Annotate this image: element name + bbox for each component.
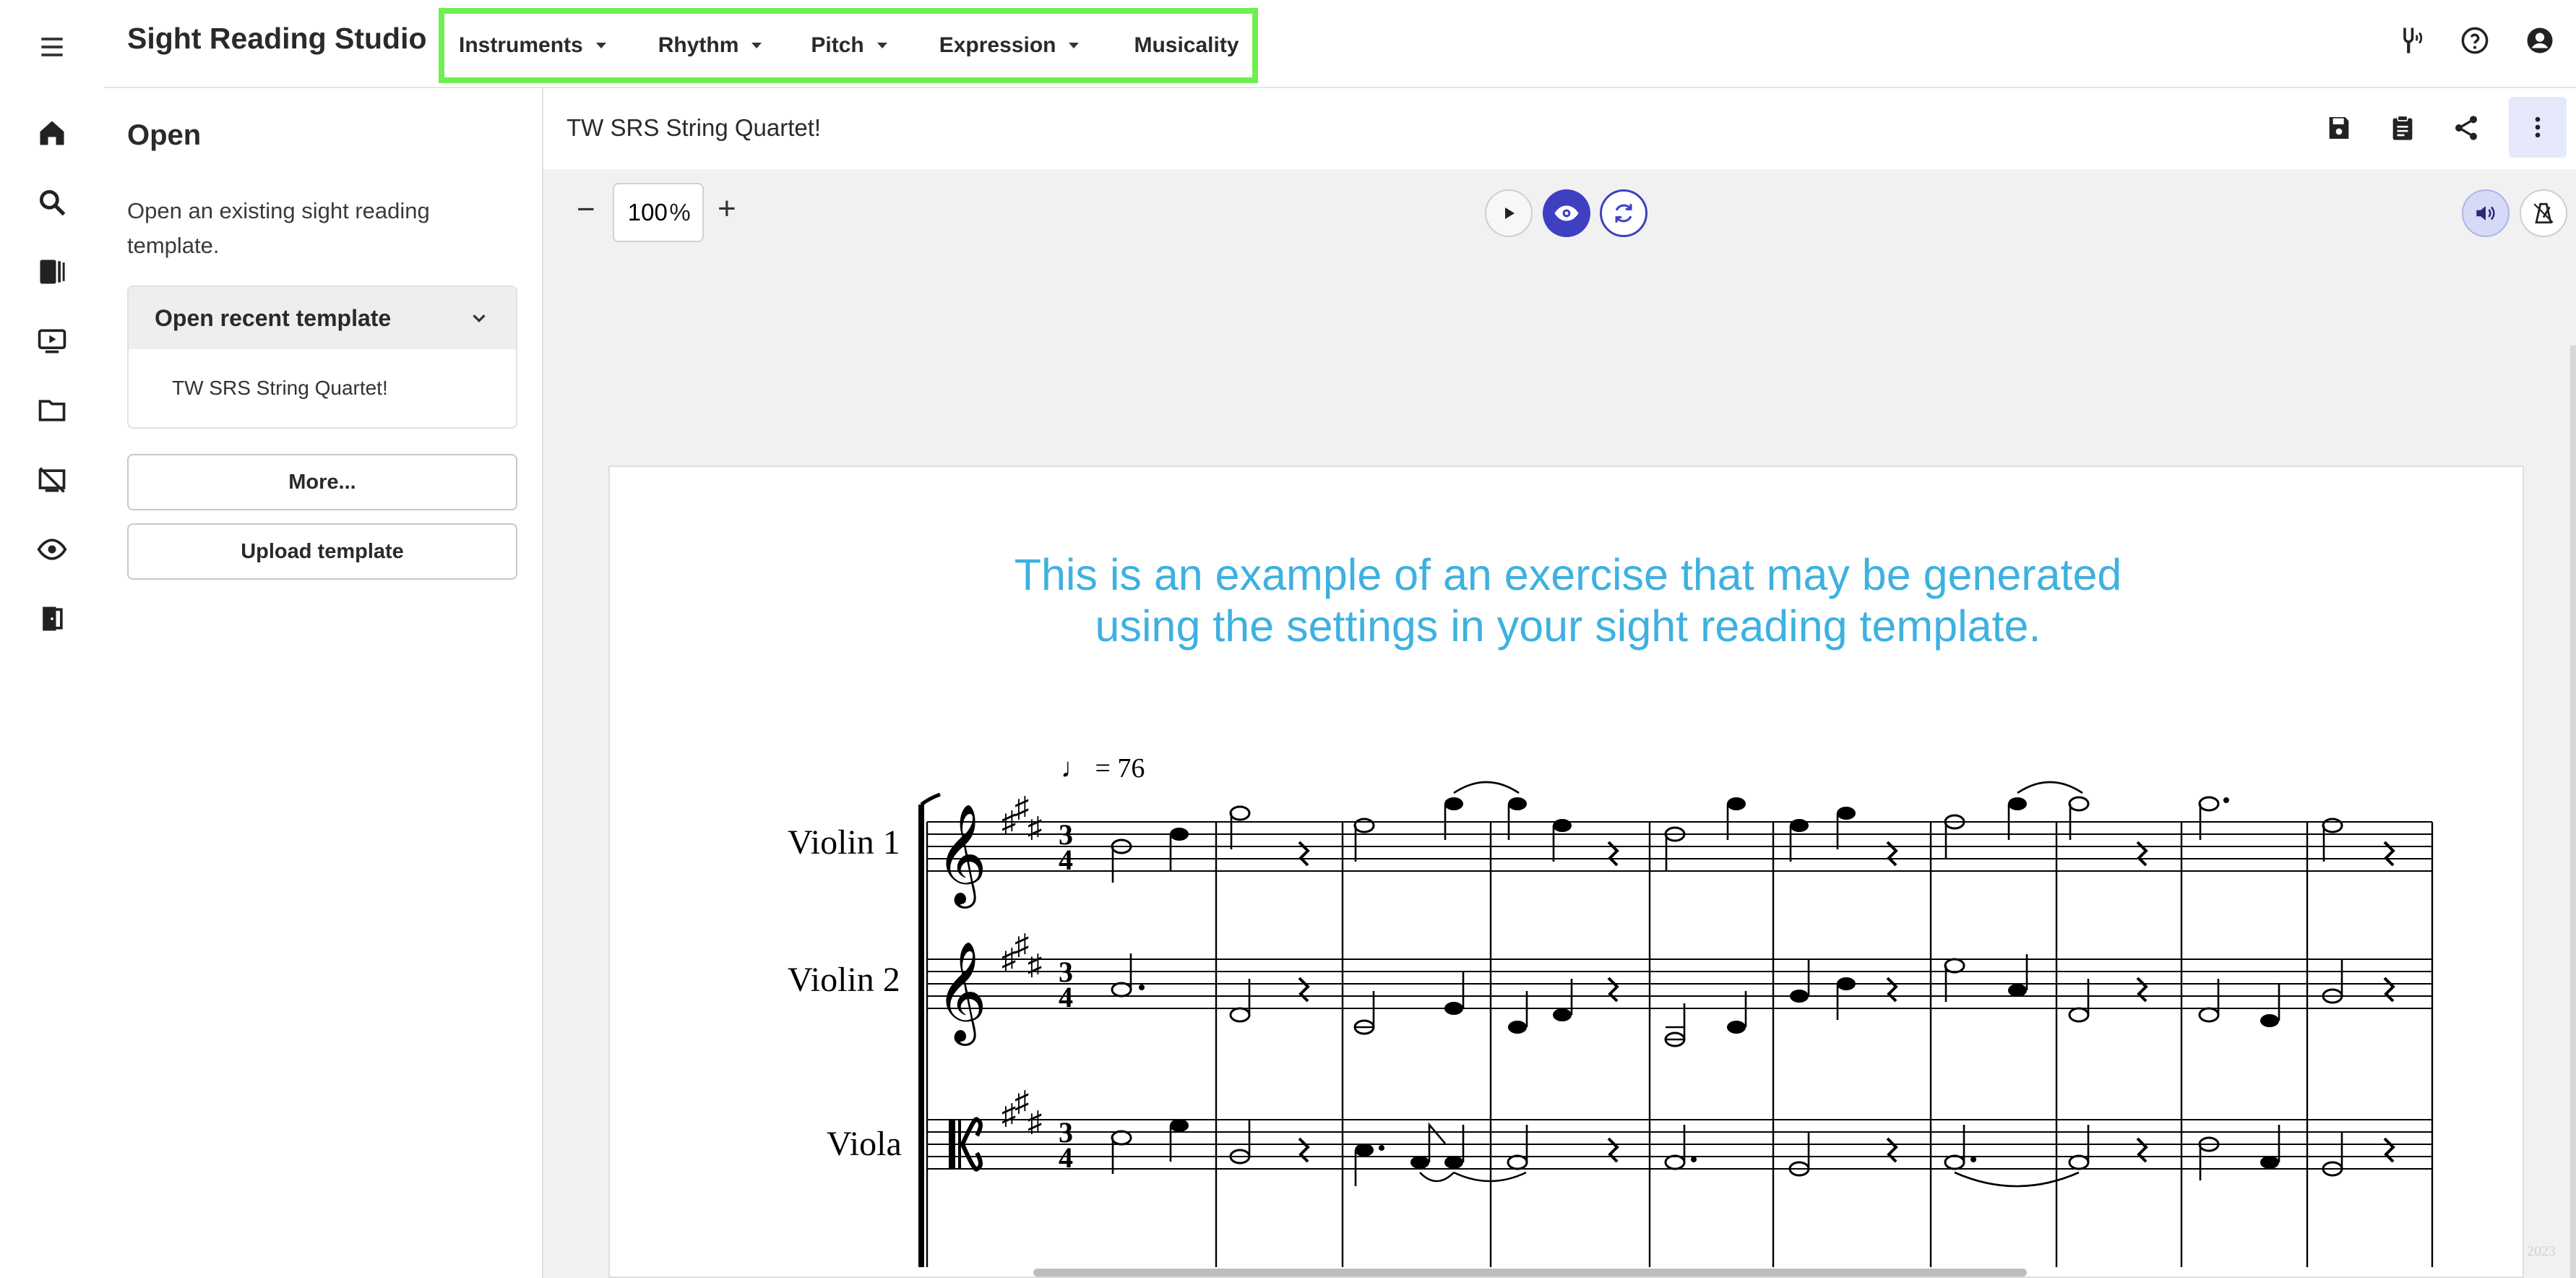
key-signature: ♯♯♯ ♯♯♯ ♯♯♯	[1001, 791, 1042, 1138]
instrument-label-viola: Viola	[827, 1125, 902, 1163]
violin-2-notes	[1111, 953, 2395, 1047]
svg-text:4: 4	[1059, 844, 1073, 876]
music-notation: ♩ = 76 Violin 1 Violin 2 Viola 𝄞 𝄞 ♯♯♯ ♯…	[788, 753, 2434, 1267]
svg-text:♯: ♯	[1001, 943, 1016, 975]
year-mark: 2023	[2527, 1243, 2556, 1259]
svg-text:♯: ♯	[1015, 928, 1029, 961]
svg-text:♯: ♯	[1015, 1085, 1029, 1118]
staff-lines	[927, 821, 2432, 1170]
viola-notes	[1111, 1119, 2395, 1188]
violin-1-notes	[1111, 781, 2395, 883]
instrument-label-violin-1: Violin 1	[788, 823, 900, 862]
instrument-label-violin-2: Violin 2	[788, 961, 900, 999]
treble-clef-icon: 𝄞	[936, 943, 987, 1046]
svg-text:♯: ♯	[1001, 1098, 1016, 1131]
vertical-scrollbar[interactable]	[2570, 346, 2576, 1278]
system-bracket	[918, 805, 924, 1267]
treble-clef-icon: 𝄞	[936, 805, 987, 909]
svg-text:♯: ♯	[1015, 791, 1029, 823]
svg-text:♯: ♯	[1001, 805, 1016, 838]
svg-text:♯: ♯	[1028, 1105, 1042, 1138]
time-signature: 34 34 34	[1059, 818, 1073, 1174]
svg-text:4: 4	[1059, 981, 1073, 1013]
horizontal-scrollbar[interactable]	[1033, 1269, 2027, 1277]
svg-text:4: 4	[1059, 1141, 1073, 1174]
tempo-mark: ♩ = 76	[1061, 753, 1145, 784]
svg-text:♯: ♯	[1028, 811, 1042, 844]
svg-text:♯: ♯	[1028, 948, 1042, 981]
